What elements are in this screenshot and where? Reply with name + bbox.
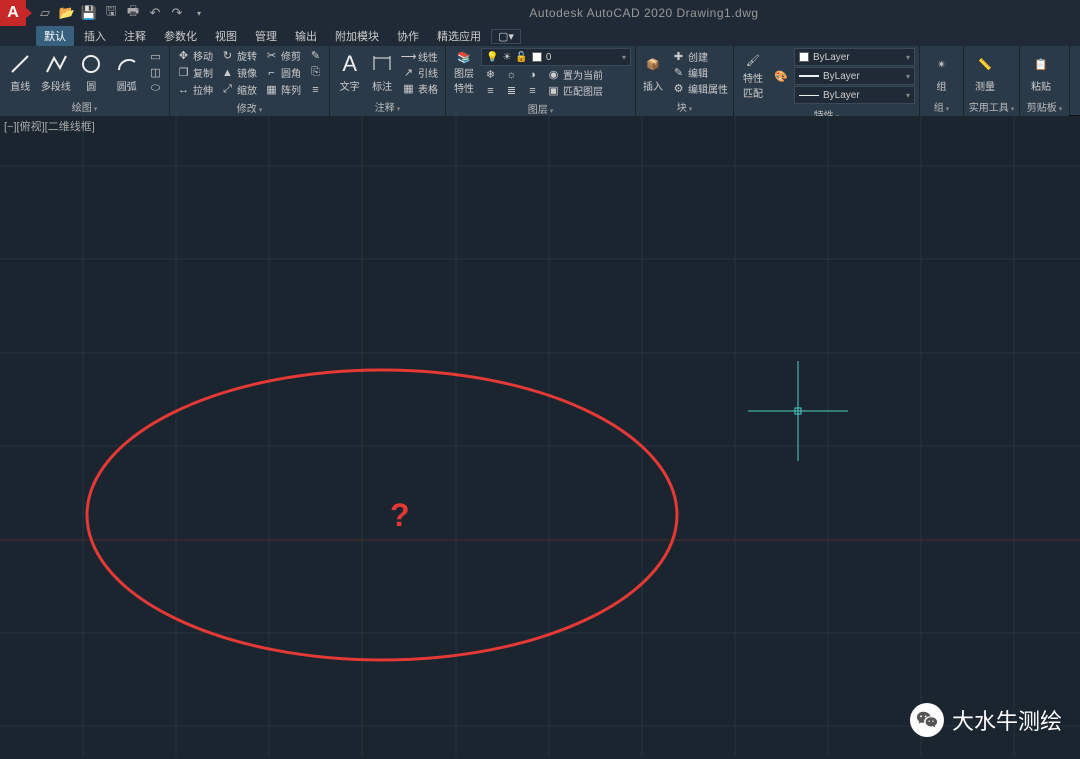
- qat-plot-icon[interactable]: 🖶: [124, 4, 142, 22]
- create-block-button[interactable]: ✚创建: [669, 49, 731, 64]
- qat-save-icon[interactable]: 💾: [80, 4, 98, 22]
- tab-parametric[interactable]: 参数化: [156, 26, 205, 46]
- watermark-text: 大水牛测绘: [952, 704, 1062, 736]
- rect-icon[interactable]: ▭: [146, 49, 165, 64]
- polyline-button[interactable]: 多段线: [40, 48, 73, 96]
- stretch-button[interactable]: ↔拉伸: [174, 82, 216, 97]
- insert-block-button[interactable]: 📦插入: [640, 48, 666, 96]
- layer-freeze-icon[interactable]: ≣: [502, 83, 521, 98]
- tab-annotate[interactable]: 注释: [116, 26, 154, 46]
- drawing-canvas[interactable]: [−][俯视][二维线框] ? 大水牛测绘: [0, 116, 1080, 755]
- panel-draw: 直线 多段线 圆 圆弧 ▭ ◫ ⬭ 绘图: [0, 46, 170, 115]
- panel-block: 📦插入 ✚创建 ✎编辑 ⚙编辑属性 块: [636, 46, 734, 115]
- window-title: Autodesk AutoCAD 2020 Drawing1.dwg: [208, 6, 1080, 20]
- panel-annotate-title[interactable]: 注释: [330, 98, 445, 116]
- title-bar: A ▱ 📂 💾 🖫 🖶 ↶ ↷ ▾ Autodesk AutoCAD 2020 …: [0, 0, 1080, 26]
- view-label[interactable]: [−][俯视][二维线框]: [4, 118, 95, 134]
- wechat-icon: [910, 703, 944, 737]
- rotate-button[interactable]: ↻旋转: [218, 48, 260, 63]
- table-button[interactable]: ▦表格: [399, 81, 441, 96]
- qat-saveas-icon[interactable]: 🖫: [102, 4, 120, 22]
- dimension-button[interactable]: 标注: [368, 48, 396, 96]
- tab-featured[interactable]: 精选应用: [429, 26, 489, 46]
- tab-manage[interactable]: 管理: [247, 26, 285, 46]
- tab-view[interactable]: 视图: [207, 26, 245, 46]
- panel-group-title[interactable]: 组: [920, 98, 963, 116]
- question-mark-annotation: ?: [390, 497, 410, 533]
- fillet-button[interactable]: ⌐圆角: [262, 65, 304, 80]
- group-button[interactable]: ✴组: [925, 48, 959, 96]
- match-layer-button[interactable]: ▣匹配图层: [544, 83, 606, 98]
- color-wheel-icon[interactable]: 🎨: [771, 52, 791, 100]
- panel-draw-title[interactable]: 绘图: [0, 98, 169, 116]
- measure-button[interactable]: 📏测量: [968, 48, 1002, 96]
- app-logo[interactable]: A: [0, 0, 26, 26]
- layer-props-button[interactable]: 📚图层特性: [450, 51, 478, 95]
- watermark: 大水牛测绘: [910, 703, 1062, 737]
- layer-color-swatch: [532, 52, 542, 62]
- canvas-svg: ?: [0, 116, 1080, 756]
- lock-icon: 🔓: [515, 52, 527, 63]
- layer-lock-icon[interactable]: ◑: [523, 67, 542, 82]
- edit-icon[interactable]: ✎: [306, 48, 325, 63]
- linetype-dropdown[interactable]: ByLayer▾: [794, 67, 915, 85]
- line-button[interactable]: 直线: [4, 48, 37, 96]
- explode-icon[interactable]: ⎘: [306, 65, 325, 80]
- panel-group: ✴组 组: [920, 46, 964, 115]
- trim-button[interactable]: ✂修剪: [262, 48, 304, 63]
- panel-modify: ✥移动 ↻旋转 ✂修剪 ✎ ❐复制 ▲镜像 ⌐圆角 ⎘ ↔拉伸 ⤢缩放 ▦阵列 …: [170, 46, 330, 115]
- quick-access-toolbar: ▱ 📂 💾 🖫 🖶 ↶ ↷ ▾: [36, 4, 208, 22]
- layer-thaw-icon[interactable]: ≡: [523, 83, 542, 98]
- layer-off-icon[interactable]: ≡: [481, 83, 500, 98]
- panel-clip-title[interactable]: 剪贴板: [1020, 98, 1069, 116]
- leader-button[interactable]: ↗引线: [399, 65, 441, 80]
- panel-clipboard: 📋粘贴 剪贴板: [1020, 46, 1070, 115]
- layer-iso-icon[interactable]: ❄: [481, 67, 500, 82]
- qat-redo-icon[interactable]: ↷: [168, 4, 186, 22]
- tab-overflow-icon[interactable]: ▢▾: [491, 29, 521, 44]
- linear-dim-button[interactable]: ⟶线性: [399, 49, 441, 64]
- hatch-icon[interactable]: ◫: [146, 65, 165, 80]
- edit-attr-button[interactable]: ⚙编辑属性: [669, 81, 731, 96]
- move-button[interactable]: ✥移动: [174, 48, 216, 63]
- panel-util-title[interactable]: 实用工具: [964, 98, 1019, 116]
- panel-properties: 🖌特性 匹配 🎨 ByLayer▾ ByLayer▾ ByLayer▾ 特性: [734, 46, 920, 115]
- qat-open-icon[interactable]: 📂: [58, 4, 76, 22]
- lineweight-dropdown[interactable]: ByLayer▾: [794, 86, 915, 104]
- tab-output[interactable]: 输出: [287, 26, 325, 46]
- qat-undo-icon[interactable]: ↶: [146, 4, 164, 22]
- edit-block-button[interactable]: ✎编辑: [669, 65, 731, 80]
- paste-button[interactable]: 📋粘贴: [1024, 48, 1058, 96]
- tab-collab[interactable]: 协作: [389, 26, 427, 46]
- panel-block-title[interactable]: 块: [636, 98, 733, 116]
- qat-more-icon[interactable]: ▾: [190, 4, 208, 22]
- sun-icon: ☀: [502, 52, 511, 63]
- panel-modify-title[interactable]: 修改: [170, 99, 329, 117]
- copy-button[interactable]: ❐复制: [174, 65, 216, 80]
- arc-button[interactable]: 圆弧: [111, 48, 144, 96]
- match-props-button[interactable]: 🖌特性 匹配: [738, 52, 768, 100]
- panel-utilities: 📏测量 实用工具: [964, 46, 1020, 115]
- circle-button[interactable]: 圆: [75, 48, 108, 96]
- ellipse-icon[interactable]: ⬭: [146, 81, 165, 96]
- array-button[interactable]: ▦阵列: [262, 82, 304, 97]
- layer-on-icon[interactable]: ☼: [502, 67, 521, 82]
- mirror-button[interactable]: ▲镜像: [218, 65, 260, 80]
- scale-button[interactable]: ⤢缩放: [218, 82, 260, 97]
- panel-annotate: A文字 标注 ⟶线性 ↗引线 ▦表格 注释: [330, 46, 446, 115]
- offset-icon[interactable]: ≡: [306, 82, 325, 97]
- qat-new-icon[interactable]: ▱: [36, 4, 54, 22]
- color-dropdown[interactable]: ByLayer▾: [794, 48, 915, 66]
- ribbon: 直线 多段线 圆 圆弧 ▭ ◫ ⬭ 绘图 ✥移动 ↻旋转 ✂修剪 ✎ ❐复: [0, 46, 1080, 116]
- ribbon-tabs: 默认 插入 注释 参数化 视图 管理 输出 附加模块 协作 精选应用 ▢▾: [0, 26, 1080, 46]
- tab-insert[interactable]: 插入: [76, 26, 114, 46]
- panel-layers: 📚图层特性 💡☀🔓 0▾ ❄ ☼ ◑ ◉置为当前 ≡: [446, 46, 636, 115]
- layer-dropdown[interactable]: 💡☀🔓 0▾: [481, 48, 631, 66]
- text-button[interactable]: A文字: [334, 48, 365, 96]
- make-current-button[interactable]: ◉置为当前: [544, 67, 606, 82]
- lightbulb-icon: 💡: [486, 52, 498, 63]
- tab-addins[interactable]: 附加模块: [327, 26, 387, 46]
- tab-default[interactable]: 默认: [36, 26, 74, 46]
